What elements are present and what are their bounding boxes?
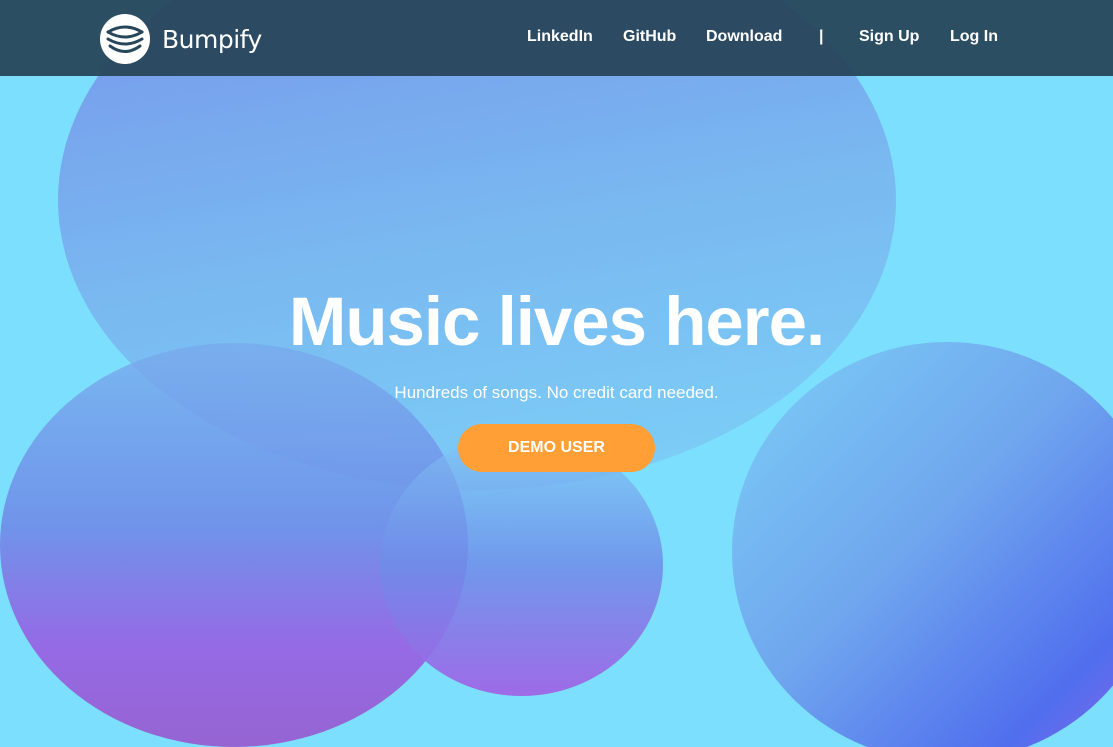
top-navbar: Bumpify LinkedIn GitHub Download | Sign … bbox=[0, 0, 1113, 76]
landing-page: Bumpify LinkedIn GitHub Download | Sign … bbox=[0, 0, 1113, 747]
nav-separator: | bbox=[819, 28, 824, 45]
nav-link-sign-up[interactable]: Sign Up bbox=[859, 28, 919, 46]
demo-user-button[interactable]: DEMO USER bbox=[458, 424, 655, 472]
decorative-bubble-middle bbox=[380, 434, 663, 696]
nav-link-linkedin[interactable]: LinkedIn bbox=[527, 28, 593, 46]
nav-link-log-in[interactable]: Log In bbox=[950, 28, 998, 46]
bumpify-logo-icon bbox=[100, 14, 150, 64]
nav-link-github[interactable]: GitHub bbox=[623, 28, 676, 46]
brand-name: Bumpify bbox=[162, 24, 262, 54]
brand-logo[interactable]: Bumpify bbox=[100, 14, 262, 64]
decorative-bubble-right bbox=[732, 342, 1113, 747]
nav-link-download[interactable]: Download bbox=[706, 28, 782, 46]
